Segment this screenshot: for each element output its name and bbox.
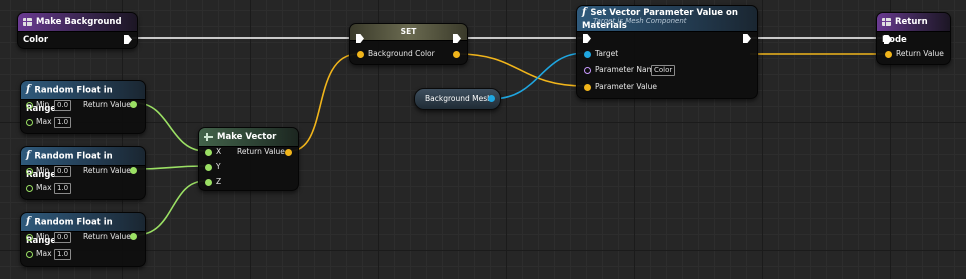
vector-return-label: Return Value xyxy=(237,147,285,156)
min-input-pin[interactable] xyxy=(26,102,33,109)
y-input-pin[interactable] xyxy=(205,164,212,171)
object-wire-mesh-to-target xyxy=(490,52,586,100)
z-input-pin[interactable] xyxy=(205,179,212,186)
return-value-label: Return Value xyxy=(83,232,131,241)
random-float-header: f Random Float in Range xyxy=(21,147,145,180)
set-node-header: SET xyxy=(350,24,467,41)
function-icon: f xyxy=(26,216,31,227)
entry-exec-out-pin[interactable] xyxy=(124,35,132,44)
min-label: Min xyxy=(36,166,50,175)
float-wire-3 xyxy=(135,180,206,236)
random-float-header: f Random Float in Range xyxy=(21,81,145,114)
float-wire-2 xyxy=(135,165,206,170)
background-mesh-output-pin[interactable] xyxy=(488,95,495,102)
max-label: Max xyxy=(36,117,52,126)
return-value-label: Return Value xyxy=(83,166,131,175)
random-float-node-1[interactable]: f Random Float in Range Min 0.0 Return Va… xyxy=(20,80,146,134)
set-variable-node[interactable]: SET Background Color xyxy=(349,23,468,65)
make-vector-header: Make Vector xyxy=(199,128,298,147)
return-value-label: Return Value xyxy=(83,100,131,109)
random-float-node-2[interactable]: f Random Float in Range Min 0.0 Return Va… xyxy=(20,146,146,200)
set-param-exec-out-pin[interactable] xyxy=(743,34,751,43)
parameter-value-input-pin[interactable] xyxy=(584,84,591,91)
max-value-field[interactable]: 1.0 xyxy=(54,249,72,260)
function-icon: f xyxy=(26,150,31,161)
max-value-field[interactable]: 1.0 xyxy=(54,117,72,128)
max-input-pin[interactable] xyxy=(26,119,33,126)
target-input-pin[interactable] xyxy=(584,51,591,58)
max-label: Max xyxy=(36,249,52,258)
min-input-pin[interactable] xyxy=(26,168,33,175)
max-input-pin[interactable] xyxy=(26,185,33,192)
set-vector-param-node[interactable]: f Set Vector Parameter Value on Materials… xyxy=(576,5,758,99)
background-color-output-pin[interactable] xyxy=(453,51,460,58)
min-value-field[interactable]: 0.0 xyxy=(54,232,72,243)
function-icon: f xyxy=(582,7,587,18)
y-label: Y xyxy=(216,162,221,171)
max-value-field[interactable]: 1.0 xyxy=(54,183,72,194)
parameter-name-label: Parameter Name xyxy=(595,65,659,74)
z-label: Z xyxy=(216,177,222,186)
make-vector-title: Make Vector xyxy=(217,132,277,142)
return-value-pin[interactable] xyxy=(130,233,137,240)
vector-wire-makevector-to-set xyxy=(289,53,359,152)
return-node[interactable]: Return Node Return Value xyxy=(876,12,951,65)
set-vector-param-subtitle: Target is Mesh Component xyxy=(593,17,687,25)
parameter-value-label: Parameter Value xyxy=(595,82,657,91)
entry-node[interactable]: Make Background Color xyxy=(17,12,138,49)
make-struct-icon xyxy=(204,132,213,141)
set-param-exec-in-pin[interactable] xyxy=(583,34,591,43)
function-entry-icon xyxy=(23,17,32,26)
set-vector-param-header: f Set Vector Parameter Value on Materials… xyxy=(577,6,757,32)
return-value-label: Return Value xyxy=(896,49,944,58)
vector-return-pin[interactable] xyxy=(285,149,292,156)
parameter-name-field[interactable]: Color xyxy=(651,65,676,76)
entry-node-header: Make Background Color xyxy=(18,13,137,45)
parameter-name-input-pin[interactable] xyxy=(584,67,591,74)
return-node-header: Return Node xyxy=(877,13,950,45)
background-color-input-pin[interactable] xyxy=(357,51,364,58)
background-mesh-label: Background Mesh xyxy=(425,94,492,103)
min-input-pin[interactable] xyxy=(26,234,33,241)
background-mesh-variable-node[interactable]: Background Mesh xyxy=(414,88,501,110)
entry-node-title: Make Background Color xyxy=(23,17,122,45)
target-label: Target xyxy=(595,49,619,58)
return-value-pin[interactable] xyxy=(130,167,137,174)
x-input-pin[interactable] xyxy=(205,149,212,156)
return-value-input-pin[interactable] xyxy=(885,51,892,58)
max-input-pin[interactable] xyxy=(26,251,33,258)
float-wire-1 xyxy=(135,102,206,152)
function-result-icon xyxy=(882,17,891,26)
make-vector-node[interactable]: Make Vector X Return Value Y Z xyxy=(198,127,299,191)
return-value-pin[interactable] xyxy=(130,101,137,108)
min-value-field[interactable]: 0.0 xyxy=(54,166,72,177)
x-label: X xyxy=(216,147,222,156)
random-float-header: f Random Float in Range xyxy=(21,213,145,246)
function-icon: f xyxy=(26,84,31,95)
random-float-node-3[interactable]: f Random Float in Range Min 0.0 Return Va… xyxy=(20,212,146,267)
min-label: Min xyxy=(36,232,50,241)
background-color-label: Background Color xyxy=(368,49,435,58)
vector-wire-set-to-setparam xyxy=(457,53,586,87)
min-label: Min xyxy=(36,100,50,109)
min-value-field[interactable]: 0.0 xyxy=(54,100,72,111)
max-label: Max xyxy=(36,183,52,192)
